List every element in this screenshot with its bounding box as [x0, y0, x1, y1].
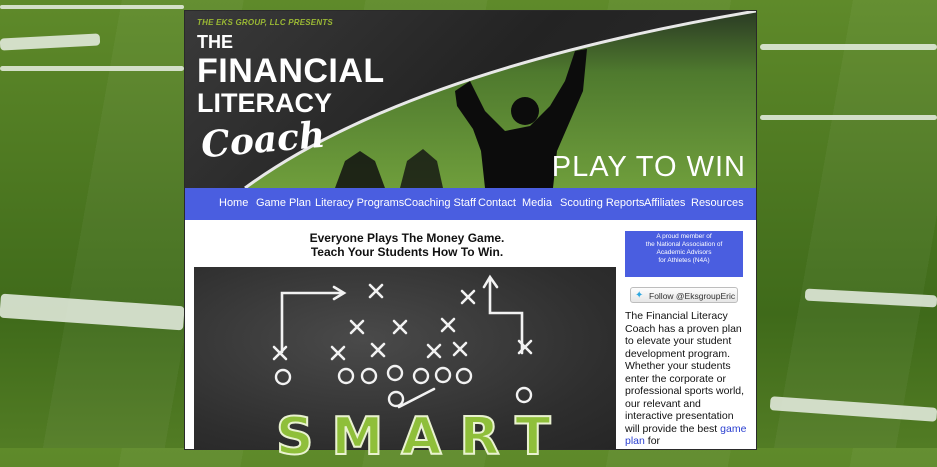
- chalkboard-playbook-image: SMART: [194, 267, 616, 467]
- nav-item-contact[interactable]: Contact: [478, 197, 516, 209]
- follow-label: Follow @EksgroupEric: [649, 291, 736, 301]
- nav-item-media[interactable]: Media: [522, 197, 552, 209]
- field-line: [0, 66, 184, 71]
- headline-line-2: Teach Your Students How To Win.: [310, 245, 504, 259]
- nav-item-coaching-staff[interactable]: Coaching Staff: [404, 197, 476, 209]
- logo-title-the: THE: [197, 32, 233, 52]
- chalkboard-word: SMART: [275, 406, 569, 467]
- nav-item-scouting-reports[interactable]: Scouting Reports: [560, 197, 644, 209]
- logo-title-financial: FINANCIAL: [197, 52, 385, 90]
- badge-line: Academic Advisors: [656, 249, 712, 256]
- nav-item-resources[interactable]: Resources: [691, 197, 744, 209]
- nav-item-game-plan[interactable]: Game Plan: [256, 197, 311, 209]
- nav-item-home[interactable]: Home: [219, 197, 248, 209]
- twitter-bird-icon: ✦: [635, 290, 644, 301]
- route-arrow-left: [280, 291, 344, 354]
- badge-line: for Athletes (N4A): [658, 257, 710, 264]
- field-line: [760, 44, 937, 50]
- route-line: [397, 387, 436, 409]
- badge-line: the National Association of: [645, 241, 723, 248]
- field-line: [0, 293, 185, 331]
- defender-x-marks: [272, 283, 533, 361]
- page-headline: Everyone Plays The Money Game. Teach You…: [195, 231, 619, 259]
- about-body: The Financial Literacy Coach has a prove…: [625, 310, 745, 435]
- n4a-member-badge[interactable]: A proud member of the National Associati…: [625, 231, 743, 277]
- field-line: [0, 33, 101, 51]
- banner-tagline: PLAY TO WIN: [551, 151, 746, 183]
- presenter-label: THE EKS GROUP, LLC PRESENTS: [197, 18, 333, 27]
- field-line: [760, 115, 937, 120]
- headline-line-1: Everyone Plays The Money Game.: [309, 231, 505, 245]
- nav-item-affiliates[interactable]: Affiliates: [644, 197, 685, 209]
- offense-o-marks: [274, 364, 533, 408]
- about-tail: for: [644, 435, 661, 447]
- field-line: [804, 288, 937, 308]
- page-container: THE EKS GROUP, LLC PRESENTS THE FINANCIA…: [184, 10, 757, 467]
- field-line: [0, 5, 184, 9]
- nav-item-literacy-programs[interactable]: Literacy Programs: [315, 197, 404, 209]
- route-arrow-right: [488, 277, 524, 355]
- header-banner: THE EKS GROUP, LLC PRESENTS THE FINANCIA…: [185, 11, 756, 188]
- twitter-follow-button[interactable]: ✦ Follow @EksgroupEric: [630, 287, 738, 303]
- badge-line: A proud member of: [656, 233, 712, 240]
- field-line: [769, 396, 937, 422]
- main-nav: Home Game Plan Literacy Programs Coachin…: [185, 188, 756, 220]
- about-text: The Financial Literacy Coach has a prove…: [625, 310, 747, 448]
